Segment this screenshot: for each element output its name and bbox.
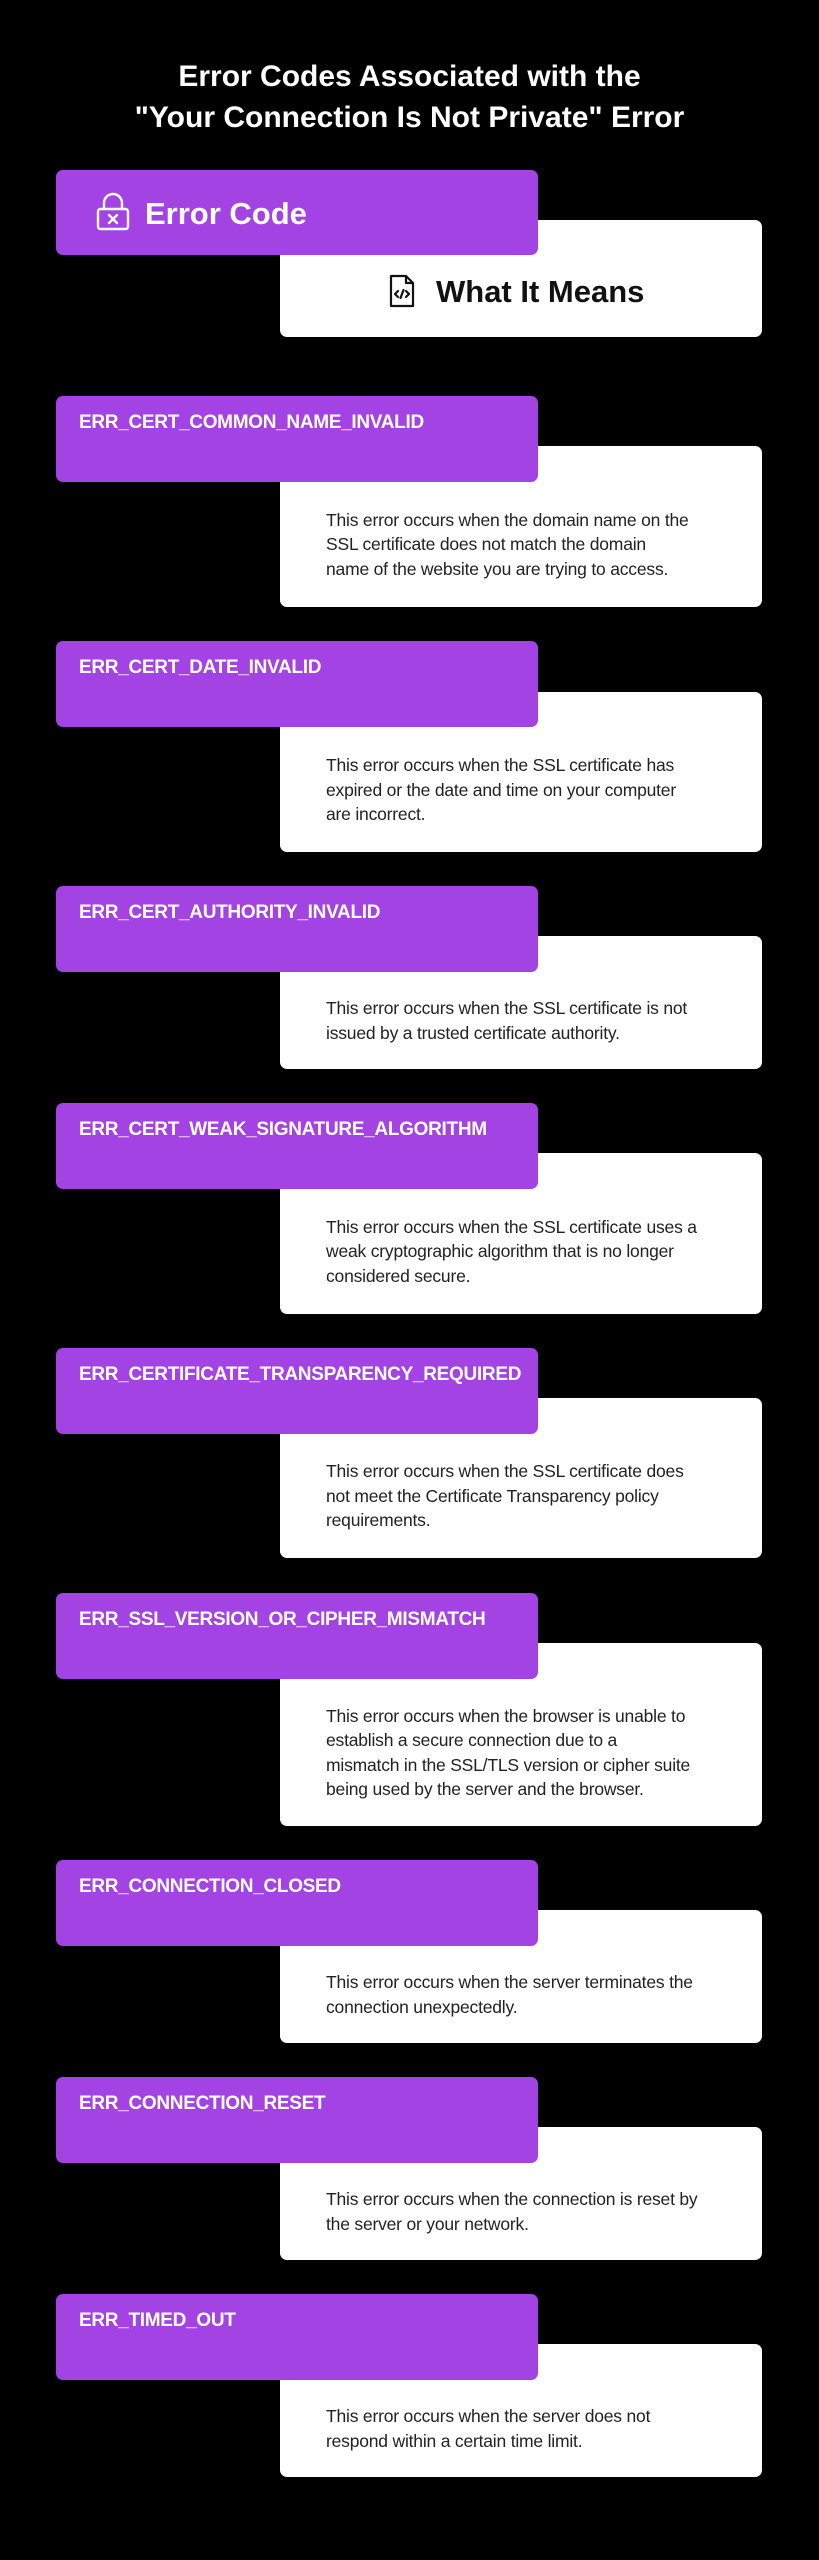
error-description-line: mismatch in the SSL/TLS version or ciphe… bbox=[326, 1754, 691, 1775]
meaning-header-label: What It Means bbox=[436, 274, 645, 309]
error-description: This error occurs when the server does n… bbox=[326, 2404, 732, 2453]
error-code-card: ERR_CERTIFICATE_TRANSPARENCY_REQUIRED bbox=[56, 1348, 538, 1434]
error-code-header: Error Code bbox=[56, 170, 538, 255]
error-code-card: ERR_SSL_VERSION_OR_CIPHER_MISMATCH bbox=[56, 1593, 538, 1679]
error-code-card: ERR_CERT_COMMON_NAME_INVALID bbox=[56, 396, 538, 482]
error-description-line: This error occurs when the SSL certifica… bbox=[326, 998, 688, 1018]
error-description: This error occurs when the SSL certifica… bbox=[326, 996, 732, 1045]
title-line-1: Error Codes Associated with the bbox=[178, 60, 641, 94]
error-description-line: This error occurs when the browser is un… bbox=[326, 1705, 686, 1726]
error-description-line: establish a secure connection due to a bbox=[326, 1730, 618, 1750]
error-code-label: ERR_TIMED_OUT bbox=[79, 2310, 236, 2331]
error-description-line: expired or the date and time on your com… bbox=[326, 779, 676, 800]
error-description-line: being used by the server and the browser… bbox=[326, 1779, 644, 1799]
error-description-line: This error occurs when the connection is… bbox=[326, 2189, 698, 2209]
error-description: This error occurs when the SSL certifica… bbox=[326, 1215, 732, 1289]
error-code-label: ERR_CONNECTION_CLOSED bbox=[79, 1876, 341, 1897]
error-code-card: ERR_CERT_DATE_INVALID bbox=[56, 641, 538, 727]
error-description: This error occurs when the SSL certifica… bbox=[326, 1459, 732, 1533]
error-code-card: ERR_CERT_AUTHORITY_INVALID bbox=[56, 886, 538, 972]
error-description-line: This error occurs when the SSL certifica… bbox=[326, 1461, 684, 1482]
error-description-line: considered secure. bbox=[326, 1265, 471, 1286]
error-description: This error occurs when the connection is… bbox=[326, 2187, 732, 2236]
error-code-label: ERR_CERT_COMMON_NAME_INVALID bbox=[79, 412, 424, 433]
error-description-line: connection unexpectedly. bbox=[326, 1996, 518, 2017]
page-title: Error Codes Associated with the "Your Co… bbox=[0, 56, 819, 138]
error-code-label: ERR_SSL_VERSION_OR_CIPHER_MISMATCH bbox=[79, 1609, 486, 1630]
error-description-line: requirements. bbox=[326, 1510, 431, 1531]
error-code-label: ERR_CERT_WEAK_SIGNATURE_ALGORITHM bbox=[79, 1119, 487, 1140]
error-description: This error occurs when the SSL certifica… bbox=[326, 753, 732, 827]
error-description-line: This error occurs when the SSL certifica… bbox=[326, 755, 675, 776]
error-description: This error occurs when the browser is un… bbox=[326, 1704, 732, 1802]
error-description-line: SSL certificate does not match the domai… bbox=[326, 534, 646, 555]
error-description: This error occurs when the server termin… bbox=[326, 1970, 732, 2019]
lock-x-icon bbox=[96, 192, 130, 231]
error-description-line: This error occurs when the domain name o… bbox=[326, 509, 689, 530]
error-description-line: issued by a trusted certificate authorit… bbox=[326, 1022, 620, 1043]
error-description: This error occurs when the domain name o… bbox=[326, 508, 732, 582]
error-code-label: ERR_CERTIFICATE_TRANSPARENCY_REQUIRED bbox=[79, 1364, 522, 1385]
error-code-label: ERR_CERT_DATE_INVALID bbox=[79, 657, 322, 678]
error-description-line: This error occurs when the server does n… bbox=[326, 2406, 651, 2426]
error-description-line: respond within a certain time limit. bbox=[326, 2430, 583, 2451]
error-code-card: ERR_CONNECTION_CLOSED bbox=[56, 1860, 538, 1946]
error-description-line: are incorrect. bbox=[326, 804, 426, 825]
error-description-line: weak cryptographic algorithm that is no … bbox=[326, 1241, 674, 1262]
error-description-line: name of the website you are trying to ac… bbox=[326, 558, 669, 579]
error-code-header-label: Error Code bbox=[145, 196, 307, 231]
error-code-card: ERR_CERT_WEAK_SIGNATURE_ALGORITHM bbox=[56, 1103, 538, 1189]
error-code-label: ERR_CONNECTION_RESET bbox=[79, 2093, 326, 2114]
code-file-icon bbox=[389, 274, 415, 308]
error-description-line: not meet the Certificate Transparency po… bbox=[326, 1485, 659, 1506]
error-code-card: ERR_CONNECTION_RESET bbox=[56, 2077, 538, 2163]
error-description-line: This error occurs when the SSL certifica… bbox=[326, 1216, 697, 1237]
error-code-card: ERR_TIMED_OUT bbox=[56, 2294, 538, 2380]
error-description-line: the server or your network. bbox=[326, 2213, 529, 2234]
error-description-line: This error occurs when the server termin… bbox=[326, 1972, 693, 1992]
error-code-label: ERR_CERT_AUTHORITY_INVALID bbox=[79, 902, 381, 923]
title-line-2: "Your Connection Is Not Private" Error bbox=[134, 101, 685, 135]
